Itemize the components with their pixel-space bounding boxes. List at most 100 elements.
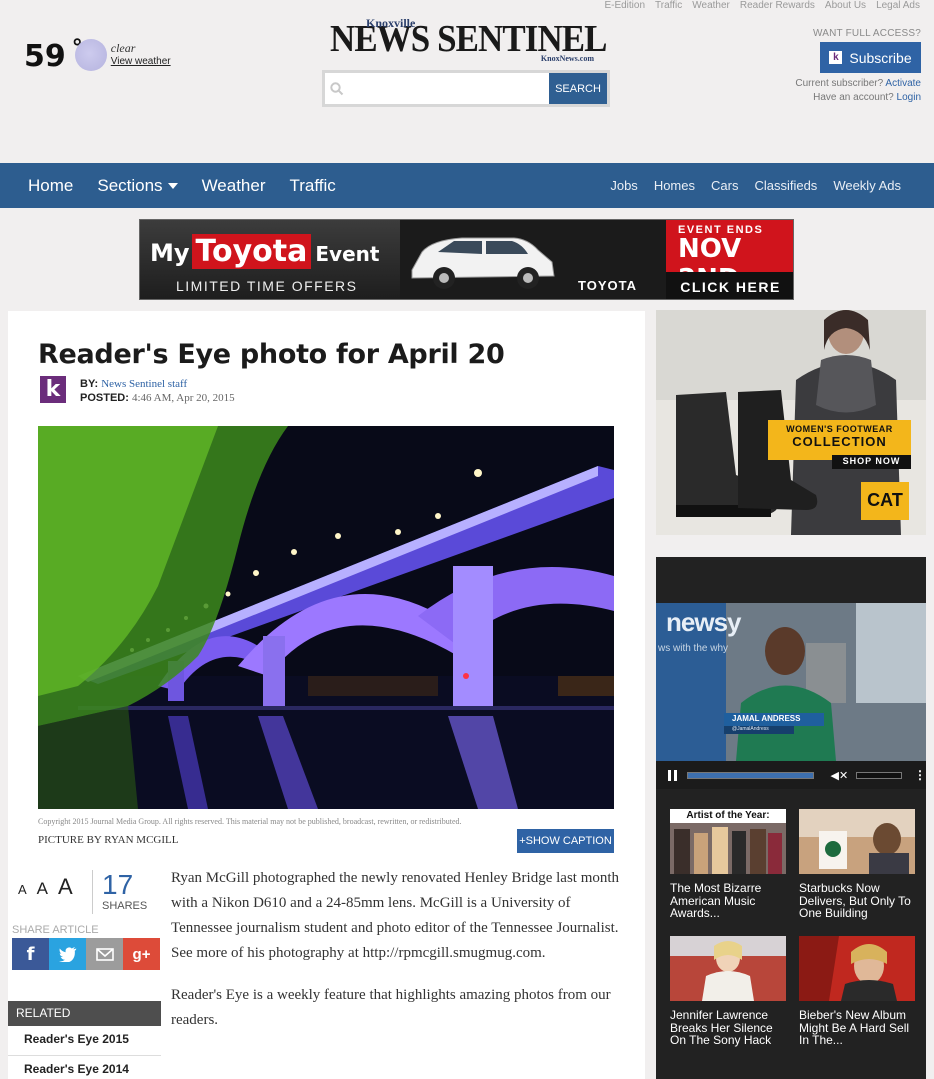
font-size-large-button[interactable]: A	[58, 874, 73, 900]
envelope-icon	[95, 947, 114, 961]
ad-limited-offers: LIMITED TIME OFFERS	[176, 278, 358, 294]
mute-icon[interactable]: ◀✕	[830, 769, 848, 782]
nav-sections[interactable]: Sections	[97, 175, 178, 196]
view-weather-link[interactable]: View weather	[111, 55, 171, 69]
search-button[interactable]: SEARCH	[549, 73, 607, 104]
article-paragraph: Ryan McGill photographed the newly renov…	[171, 870, 620, 961]
nav-classifieds[interactable]: Classifieds	[754, 178, 817, 193]
toyota-ad-banner[interactable]: My Toyota Event LIMITED TIME OFFERS TOYOTA…	[139, 219, 794, 300]
share-count: 17 SHARES	[92, 870, 147, 914]
facebook-share-button[interactable]: f	[12, 938, 49, 970]
weather-condition: clear	[110, 41, 136, 55]
logo-url-text: KnoxNews.com	[540, 54, 594, 63]
ad-click-here-button[interactable]: CLICK HERE	[666, 272, 793, 299]
google-plus-share-button[interactable]: g+	[123, 938, 160, 970]
subscribe-button[interactable]: k Subscribe	[820, 42, 921, 73]
share-count-label: SHARES	[102, 900, 148, 912]
related-item[interactable]: Reader's Eye 2014	[8, 1056, 161, 1079]
cat-footwear-ad[interactable]: WOMEN'S FOOTWEAR COLLECTION SHOP NOW CAT	[656, 310, 926, 535]
share-article-label: SHARE ARTICLE	[12, 924, 99, 936]
article-photo[interactable]	[38, 426, 614, 809]
share-buttons: f g+	[12, 938, 160, 970]
newsy-tagline: ws with the why	[658, 643, 729, 654]
cat-ad-line2: COLLECTION	[792, 434, 887, 449]
current-subscriber-text: Current subscriber?	[795, 78, 884, 89]
volume-slider[interactable]	[856, 771, 902, 779]
share-count-number: 17	[102, 869, 134, 900]
nav-weekly-ads[interactable]: Weekly Ads	[833, 178, 901, 193]
nav-traffic[interactable]: Traffic	[290, 176, 336, 196]
byline: BY: News Sentinel staff POSTED: 4:46 AM,…	[80, 378, 235, 404]
car-image	[411, 237, 555, 289]
main-nav: Home Sections Weather Traffic Jobs Homes…	[0, 163, 934, 208]
related-header: RELATED	[8, 1001, 161, 1026]
video-player[interactable]: newsy ws with the why JAMAL ANDRESS @Jam…	[656, 603, 926, 761]
video-thumb[interactable]: Jennifer Lawrence Breaks Her Silence On …	[670, 936, 786, 1047]
site-logo[interactable]: NEWS SENTINEL Knoxville KnoxNews.com	[330, 16, 607, 66]
article-body: Ryan McGill photographed the newly renov…	[171, 866, 626, 1050]
ad-toyota-brand: TOYOTA	[578, 278, 637, 293]
account-panel: WANT FULL ACCESS? k Subscribe Current su…	[795, 28, 921, 105]
posted-timestamp: 4:46 AM, Apr 20, 2015	[131, 392, 235, 404]
pause-icon[interactable]	[668, 769, 677, 781]
video-thumb[interactable]: Artist of the Year: The Most Bizarre Ame…	[670, 809, 786, 920]
util-link-traffic[interactable]: Traffic	[655, 0, 682, 11]
video-thumb-caption: Starbucks Now Delivers, But Only To One …	[799, 882, 911, 920]
utility-links: E-Edition Traffic Weather Reader Rewards…	[604, 0, 920, 11]
email-share-button[interactable]	[86, 938, 123, 970]
search-icon	[325, 81, 349, 96]
twitter-icon	[58, 946, 76, 962]
show-caption-button[interactable]: +SHOW CAPTION	[517, 829, 614, 853]
more-options-icon[interactable]: ⋮	[914, 768, 926, 782]
search-bar: SEARCH	[322, 70, 610, 107]
login-link[interactable]: Login	[897, 92, 921, 103]
video-progress-bar[interactable]	[687, 771, 815, 779]
font-size-controls: A A A	[8, 874, 73, 900]
logo-top-text: Knoxville	[366, 16, 416, 30]
lower-third-handle: @JamalAndress	[732, 726, 769, 732]
google-plus-icon: g+	[132, 945, 151, 963]
font-size-medium-button[interactable]: A	[37, 879, 48, 899]
video-thumb[interactable]: Bieber's New Album Might Be A Hard Sell …	[799, 936, 915, 1047]
ad-right-panel: EVENT ENDS NOV 2ND CLICK HERE	[666, 220, 793, 299]
video-thumb-caption: The Most Bizarre American Music Awards..…	[670, 882, 762, 920]
weather-temperature: 59°	[24, 36, 83, 74]
newsy-logo: newsy	[666, 607, 741, 637]
video-controls: ◀✕ ⋮	[656, 761, 926, 789]
util-link-legal-ads[interactable]: Legal Ads	[876, 0, 920, 11]
nav-homes[interactable]: Homes	[654, 178, 695, 193]
ad-headline: My Toyota Event	[150, 234, 380, 269]
related-item[interactable]: Reader's Eye 2015	[8, 1026, 161, 1056]
video-thumbnails: Artist of the Year: The Most Bizarre Ame…	[670, 809, 915, 1047]
nav-cars[interactable]: Cars	[711, 178, 738, 193]
subscribe-label: Subscribe	[849, 49, 912, 66]
video-thumb-image	[799, 809, 915, 874]
nav-jobs[interactable]: Jobs	[610, 178, 637, 193]
want-full-access: WANT FULL ACCESS?	[812, 28, 921, 39]
page-title: Reader's Eye photo for April 20	[38, 339, 505, 370]
util-link-eedition[interactable]: E-Edition	[604, 0, 645, 11]
nav-sections-label: Sections	[97, 175, 163, 195]
video-thumb-image	[670, 936, 786, 1001]
cat-ad-line1: WOMEN'S FOOTWEAR	[786, 424, 893, 434]
nav-home[interactable]: Home	[28, 176, 73, 196]
nav-weather[interactable]: Weather	[202, 176, 266, 196]
chevron-down-icon	[167, 182, 178, 189]
author-link[interactable]: News Sentinel staff	[101, 378, 187, 390]
facebook-icon: f	[26, 943, 35, 965]
video-thumb-caption: Jennifer Lawrence Breaks Her Silence On …	[670, 1009, 773, 1047]
util-link-reader-rewards[interactable]: Reader Rewards	[740, 0, 815, 11]
video-thumb-caption: Bieber's New Album Might Be A Hard Sell …	[799, 1009, 910, 1047]
activate-link[interactable]: Activate	[885, 78, 921, 89]
video-widget: newsy ws with the why JAMAL ANDRESS @Jam…	[656, 557, 926, 1079]
util-link-weather[interactable]: Weather	[692, 0, 730, 11]
video-thumb[interactable]: Starbucks Now Delivers, But Only To One …	[799, 809, 915, 920]
search-input[interactable]	[349, 74, 549, 103]
article-paragraph: Reader's Eye is a weekly feature that hi…	[171, 987, 611, 1028]
thumb-label: Artist of the Year:	[686, 810, 770, 821]
twitter-share-button[interactable]	[49, 938, 86, 970]
font-size-small-button[interactable]: A	[18, 882, 27, 897]
util-link-about-us[interactable]: About Us	[825, 0, 866, 11]
cat-ad-shop-now[interactable]: SHOP NOW	[832, 456, 911, 466]
weather-widget: 59° clear View weather	[24, 36, 171, 74]
